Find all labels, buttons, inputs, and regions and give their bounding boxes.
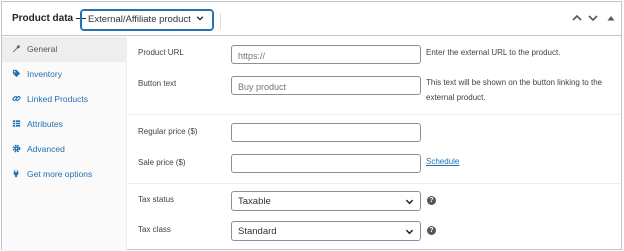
product-data-tabs: General Inventory Linked Products Attrib… bbox=[2, 37, 127, 251]
chevron-up-icon[interactable] bbox=[571, 12, 583, 24]
tax-status-select[interactable]: Taxable bbox=[231, 191, 421, 211]
regular-price-input[interactable] bbox=[231, 123, 421, 142]
header-divider bbox=[220, 13, 221, 29]
tab-attributes[interactable]: Attributes bbox=[2, 112, 127, 137]
button-text-description-line2: external product. bbox=[426, 93, 486, 102]
tab-linked-products[interactable]: Linked Products bbox=[2, 87, 127, 112]
product-url-input[interactable] bbox=[231, 45, 421, 64]
sale-price-input[interactable] bbox=[231, 154, 421, 173]
tab-general[interactable]: General bbox=[2, 37, 127, 62]
product-type-value: External/Affiliate product bbox=[88, 14, 191, 25]
tab-advanced[interactable]: Advanced bbox=[2, 137, 127, 162]
tag-icon bbox=[12, 69, 21, 78]
chevron-down-icon[interactable] bbox=[587, 12, 599, 24]
schedule-link[interactable]: Schedule bbox=[426, 157, 459, 166]
tax-class-select[interactable]: Standard bbox=[231, 221, 421, 241]
tax-class-label: Tax class bbox=[138, 225, 171, 234]
link-icon bbox=[12, 95, 21, 102]
chevron-down-icon bbox=[405, 199, 414, 205]
tab-label: Attributes bbox=[27, 119, 63, 129]
help-tip-icon[interactable]: ? bbox=[427, 226, 436, 235]
product-url-label: Product URL bbox=[138, 48, 184, 57]
tab-inventory[interactable]: Inventory bbox=[2, 62, 127, 87]
regular-price-label: Regular price ($) bbox=[138, 127, 198, 136]
section-divider bbox=[128, 183, 621, 184]
chevron-down-icon bbox=[405, 229, 414, 235]
panel-title: Product data — bbox=[12, 13, 86, 24]
plugin-icon bbox=[13, 169, 19, 178]
panel-header: Product data — External/Affiliate produc… bbox=[2, 2, 621, 36]
button-text-description-line1: This text will be shown on the button li… bbox=[426, 78, 603, 87]
tax-status-label: Tax status bbox=[138, 195, 175, 204]
tab-get-more-options[interactable]: Get more options bbox=[2, 162, 127, 187]
product-url-description: Enter the external URL to the product. bbox=[426, 48, 561, 57]
sale-price-label: Sale price ($) bbox=[138, 158, 186, 167]
tax-status-value: Taxable bbox=[238, 196, 271, 207]
section-divider bbox=[128, 114, 621, 115]
wrench-icon bbox=[12, 45, 21, 53]
gear-icon bbox=[12, 144, 21, 153]
chevron-down-icon bbox=[196, 16, 204, 21]
product-data-panel: Product data — External/Affiliate produc… bbox=[1, 1, 622, 251]
tab-label: Inventory bbox=[27, 69, 62, 79]
button-text-label: Button text bbox=[138, 79, 177, 88]
tab-label: Linked Products bbox=[27, 94, 88, 104]
tax-class-value: Standard bbox=[238, 226, 277, 237]
product-type-select[interactable]: External/Affiliate product bbox=[81, 10, 213, 30]
table-icon bbox=[12, 120, 21, 127]
tab-label: Advanced bbox=[27, 144, 65, 154]
collapse-triangle-icon[interactable] bbox=[605, 12, 617, 24]
help-tip-icon[interactable]: ? bbox=[427, 196, 436, 205]
button-text-input[interactable] bbox=[231, 76, 421, 95]
tab-label: Get more options bbox=[27, 169, 93, 179]
tab-label: General bbox=[27, 44, 58, 54]
